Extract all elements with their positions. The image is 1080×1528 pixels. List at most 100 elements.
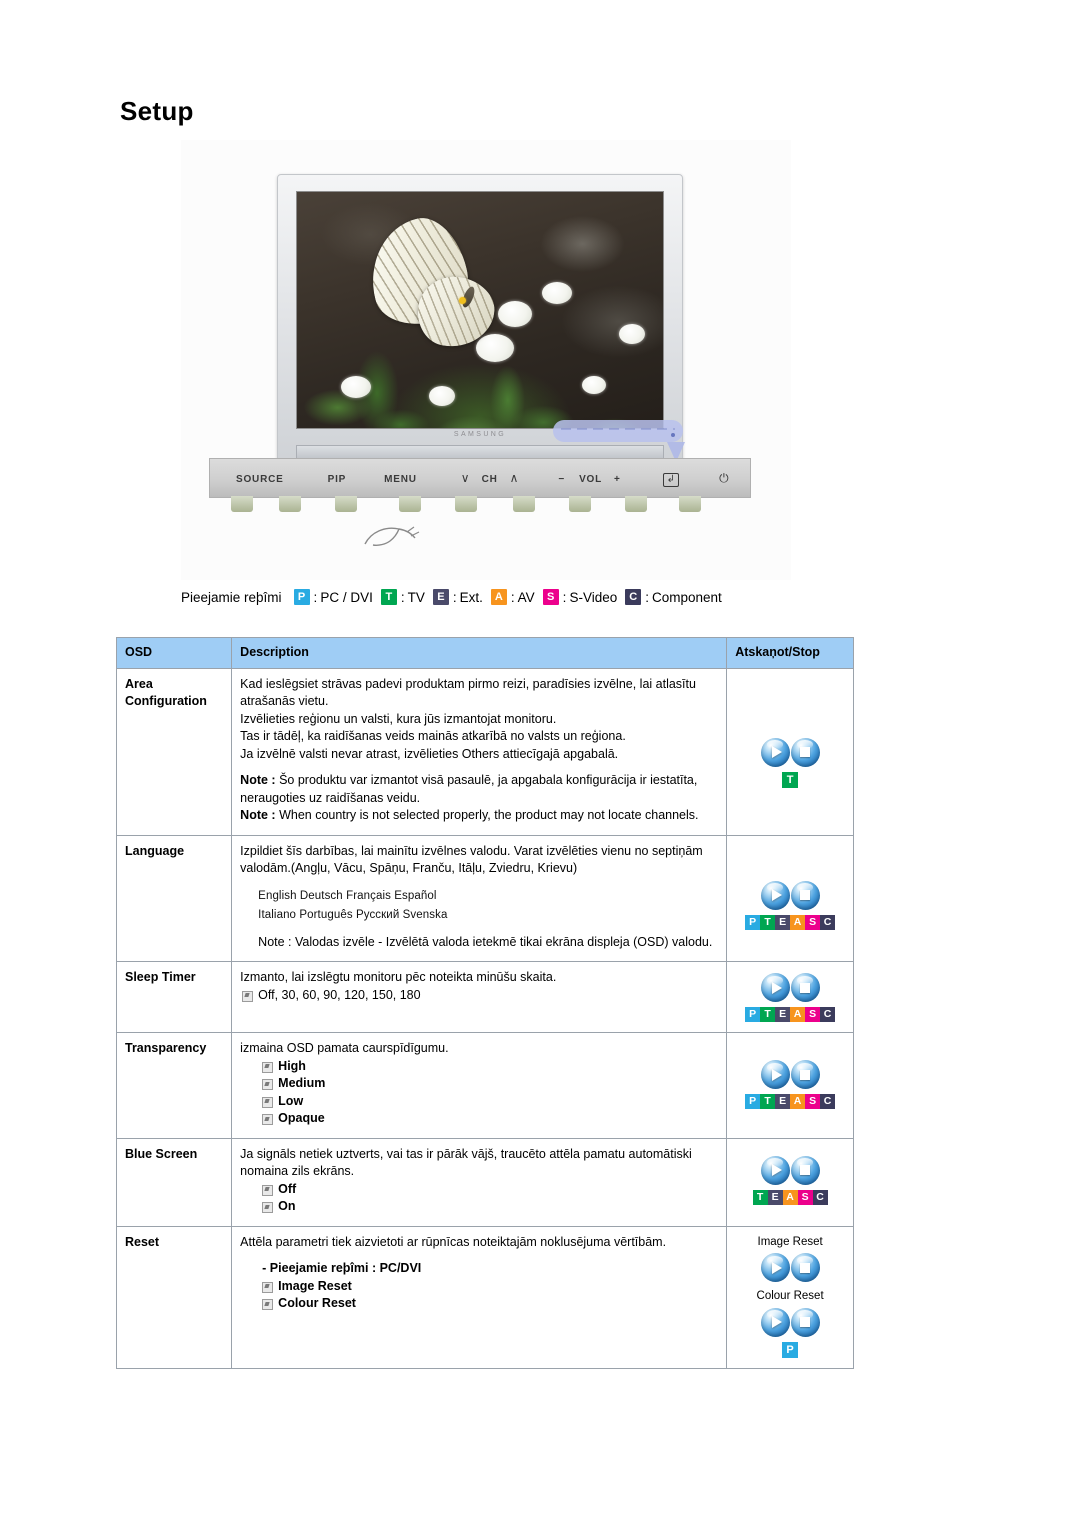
note-text: When country is not selected properly, t… [275, 808, 699, 822]
channel-down-icon[interactable]: ∨ [461, 471, 470, 485]
menu-button[interactable]: MENU [384, 474, 417, 485]
subheading-label: - Pieejamie reþîmi : PC/DVI [262, 1261, 422, 1275]
bullet-icon [262, 1202, 274, 1213]
badge-c-icon: C [820, 914, 836, 930]
play-orb-icon[interactable] [760, 1155, 790, 1185]
bullet-icon [262, 1061, 274, 1073]
badge-a-icon: A [782, 1189, 798, 1205]
option-item: Off, 30, 60, 90, 120, 150, 180 [242, 987, 718, 1005]
option-label: High [278, 1058, 306, 1073]
mode-badges: P T E A S C [735, 1094, 845, 1109]
osd-name-sleep-timer: Sleep Timer [115, 961, 233, 1033]
colour-reset-label: Colour Reset [756, 1290, 824, 1302]
legend-sep: : [562, 589, 567, 605]
available-modes-legend: Pieejamie reþîmi P : PC / DVI T : TV E :… [181, 589, 722, 605]
legend-label-component: Component [652, 589, 722, 605]
foot [455, 496, 477, 512]
play-orb-icon[interactable] [760, 737, 790, 767]
bullet-icon [262, 1114, 274, 1125]
badge-a-icon: A [790, 914, 806, 930]
badge-a-icon: A [790, 1094, 806, 1109]
mode-badges: T [735, 771, 845, 788]
volume-down-icon[interactable]: − [558, 474, 565, 485]
bullet-icon [262, 1079, 274, 1090]
legend-label-tv: TV [407, 589, 425, 605]
playback-orbs [735, 1307, 845, 1337]
badge-e-icon: E [775, 1007, 791, 1022]
legend-prefix: Pieejamie reþîmi [181, 589, 282, 605]
note-text: Šo produktu var izmantot visā pasaulē, j… [240, 773, 698, 805]
channel-up-icon[interactable]: ∧ [510, 471, 519, 485]
stop-orb-icon[interactable] [790, 1307, 820, 1337]
stop-orb-icon[interactable] [790, 880, 820, 910]
description-transparency: izmaina OSD pamata caurspīdīgumu. High M… [231, 1032, 728, 1139]
playback-orbs [735, 973, 845, 1002]
badge-c-icon: C [625, 589, 642, 605]
badge-a-icon: A [490, 589, 507, 605]
bullet-icon [242, 990, 254, 1002]
monitor-feet [221, 496, 741, 514]
colour-reset-block: Colour Reset [735, 1288, 845, 1337]
legend-label-av: AV [517, 589, 535, 605]
callout-bubble [553, 420, 683, 442]
enter-button[interactable]: ↲ [662, 473, 680, 487]
legend-sep: : [510, 589, 515, 605]
blossom-1 [498, 300, 533, 327]
badge-p-icon: P [782, 1341, 799, 1358]
monitor-screen [296, 191, 664, 429]
bullet-icon [262, 1281, 274, 1293]
legend-label-s-video: S-Video [569, 589, 618, 605]
table-row: Area Configuration Kad ieslēgsiet strāva… [115, 667, 854, 836]
note-label: Note : [240, 808, 276, 822]
playback-orbs [735, 737, 845, 767]
pip-button[interactable]: PIP [328, 474, 347, 485]
badge-t-icon: T [760, 1007, 776, 1022]
badge-c-icon: C [820, 1094, 836, 1109]
badge-p-icon: P [745, 914, 761, 930]
legend-item-av: A : AV [490, 589, 535, 605]
monitor-control-bar: SOURCE PIP MENU ∨ CH ∧ − VOL + ↲ ⏻ [209, 458, 751, 498]
stop-orb-icon[interactable] [790, 973, 820, 1002]
play-orb-icon[interactable] [760, 1253, 790, 1282]
blossom-3 [476, 333, 515, 362]
bullet-icon [262, 1096, 274, 1108]
image-reset-label: Image Reset [757, 1235, 823, 1248]
badge-s-icon: S [805, 1007, 821, 1022]
legend-sep: : [645, 589, 649, 605]
badge-e-icon: E [767, 1189, 783, 1205]
play-orb-icon[interactable] [760, 880, 790, 910]
power-button[interactable]: ⏻ [719, 471, 729, 485]
foot [279, 496, 301, 512]
stop-orb-icon[interactable] [790, 1253, 820, 1282]
volume-up-icon[interactable]: + [614, 474, 621, 485]
playback-orbs [735, 1155, 845, 1185]
play-orb-icon[interactable] [760, 1307, 790, 1337]
action-transparency: P T E A S C [726, 1032, 854, 1139]
option-label: Off [278, 1181, 297, 1196]
playback-orbs [735, 1060, 845, 1089]
hand-pointer-icon [364, 526, 420, 546]
callout-dot [671, 433, 675, 437]
paragraph: Tas ir tādēļ, ka raidīšanas veids mainās… [240, 729, 626, 743]
stop-orb-icon[interactable] [790, 1155, 820, 1185]
image-reset-block: Image Reset [735, 1234, 845, 1282]
osd-name-reset: Reset [115, 1225, 233, 1369]
badge-a-icon: A [790, 1007, 806, 1022]
badge-t-icon: T [782, 771, 799, 788]
badge-t-icon: T [752, 1189, 768, 1205]
badge-t-icon: T [760, 914, 776, 930]
note: Note : Šo produktu var izmantot visā pas… [240, 772, 718, 807]
stop-orb-icon[interactable] [790, 1060, 820, 1089]
table-header-row: OSD Description Atskaņot/Stop [115, 637, 854, 669]
option-item: Medium [262, 1075, 718, 1093]
foot [569, 496, 591, 512]
stop-orb-icon[interactable] [790, 737, 820, 767]
source-button[interactable]: SOURCE [236, 474, 284, 485]
play-orb-icon[interactable] [760, 1060, 790, 1089]
badge-t-icon: T [760, 1094, 776, 1109]
foot [335, 496, 357, 512]
paragraph: Izvēlieties reģionu un valsti, kura jūs … [240, 711, 557, 726]
play-orb-icon[interactable] [760, 973, 790, 1002]
channel-label: CH [481, 474, 498, 485]
paragraph: Attēla parametri tiek aizvietoti ar rūpn… [240, 1234, 667, 1249]
